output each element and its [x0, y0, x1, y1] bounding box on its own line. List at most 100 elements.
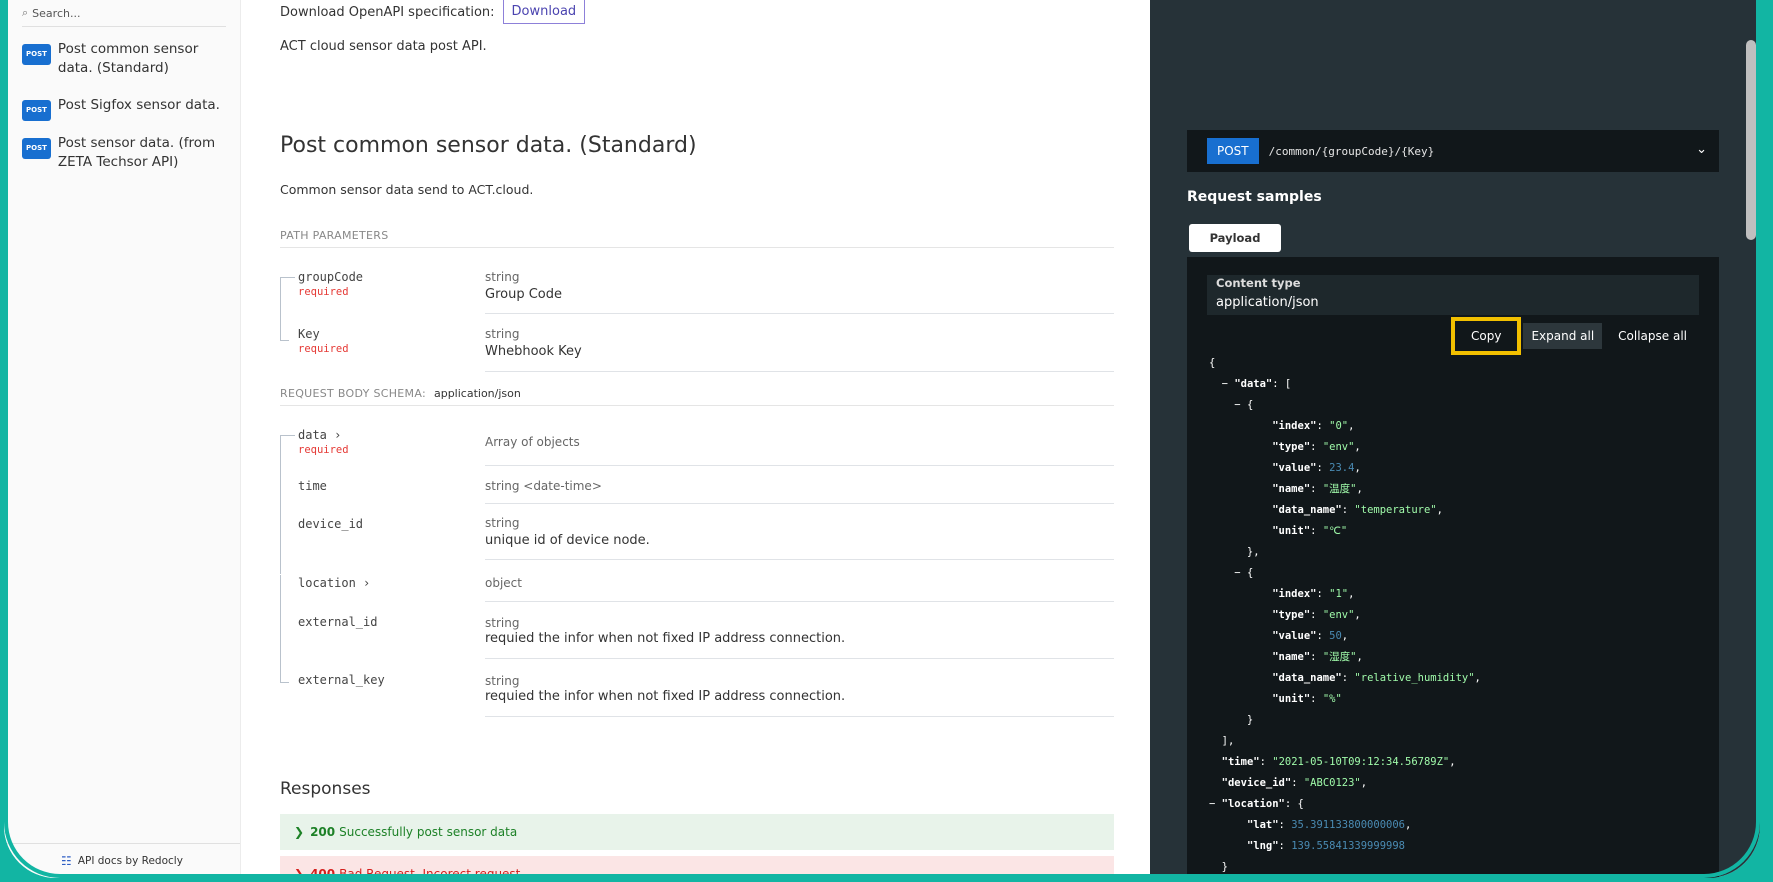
param-type: string [485, 270, 520, 284]
scrollbar[interactable] [1746, 40, 1756, 240]
param-description: Whebhook Key [485, 344, 582, 359]
param-description: unique id of device node. [485, 533, 650, 548]
sidebar-item-label: Post sensor data. (from ZETA Techsor API… [57, 135, 216, 170]
responses-title: Responses [280, 779, 371, 799]
param-name: external_id [298, 615, 378, 629]
param-name: time [298, 479, 327, 493]
download-button[interactable]: Download [502, 0, 586, 24]
param-row: external_id string requied the infor whe… [280, 614, 1114, 672]
param-type: Array of objects [485, 435, 580, 449]
response-code: 400 [310, 867, 336, 878]
post-badge: POST [22, 44, 51, 65]
chevron-right-icon: ❯ [294, 867, 305, 878]
redocly-link[interactable]: API docs by Redocly [78, 855, 183, 867]
sidebar-item-post-zeta[interactable]: POST Post sensor data. (from ZETA Techso… [22, 134, 222, 172]
operation-title: Post common sensor data. (Standard) [280, 133, 697, 158]
endpoint-bar[interactable]: POST /common/{groupCode}/{Key} ⌄ [1187, 130, 1719, 172]
content-type-box[interactable]: Content type application/json [1207, 275, 1699, 315]
param-type: string [485, 516, 520, 530]
param-type: string <date-time> [485, 479, 602, 493]
tree-line [280, 435, 295, 481]
sidebar-item-label: Post Sigfox sensor data. [57, 97, 220, 113]
param-required: required [298, 286, 349, 298]
divider [485, 503, 1114, 504]
path-parameters-label: PATH PARAMETERS [280, 229, 389, 242]
chevron-right-icon: ❯ [294, 825, 305, 839]
tree-line [280, 672, 289, 683]
param-type: string [485, 327, 520, 341]
tree-line [280, 614, 295, 672]
tree-line [280, 516, 295, 574]
content-type-label: Content type [1216, 276, 1301, 290]
search-icon: ⌕ [22, 6, 29, 19]
param-type: string [485, 616, 520, 630]
operation-description: Common sensor data send to ACT.cloud. [280, 182, 534, 197]
param-required: required [298, 444, 349, 456]
divider [485, 601, 1114, 602]
sidebar-item-post-common[interactable]: POST Post common sensor data. (Standard) [22, 40, 222, 78]
chevron-down-icon[interactable]: ⌄ [1696, 142, 1707, 157]
request-samples-title: Request samples [1187, 189, 1322, 205]
redocly-icon: ☷ [61, 854, 72, 868]
divider [485, 313, 1114, 314]
expand-all-button[interactable]: Expand all [1523, 323, 1603, 349]
api-description: ACT cloud sensor data post API. [280, 39, 487, 54]
tree-line [280, 478, 295, 518]
param-required: required [298, 343, 349, 355]
app-window: ⌕ Search... POST Post common sensor data… [4, 0, 1760, 878]
tab-payload[interactable]: Payload [1189, 224, 1281, 252]
redocly-footer[interactable]: ☷ API docs by Redocly [4, 843, 240, 878]
download-text: Download OpenAPI specification: [280, 4, 495, 20]
search-box[interactable]: ⌕ Search... [22, 0, 226, 27]
divider [485, 371, 1114, 372]
param-description: Group Code [485, 287, 562, 302]
param-description: requied the infor when not fixed IP addr… [485, 631, 846, 646]
request-body-title: REQUEST BODY SCHEMA: application/json [280, 387, 1114, 406]
search-input[interactable]: Search... [32, 7, 80, 20]
param-row[interactable]: data › required Array of objects [280, 428, 1114, 481]
code-actions: Copy Expand all Collapse all [1450, 317, 1695, 355]
response-text: Bad Request. Incorect request. [339, 867, 525, 878]
response-200[interactable]: ❯ 200 Successfully post sensor data [280, 814, 1114, 850]
param-name: groupCode [298, 270, 364, 284]
param-name[interactable]: data › [298, 428, 341, 442]
sidebar: ⌕ Search... POST Post common sensor data… [4, 0, 241, 878]
download-line: Download OpenAPI specification: Download [280, 0, 586, 24]
divider [485, 465, 1114, 466]
param-description: requied the infor when not fixed IP addr… [485, 689, 846, 704]
tree-line [280, 575, 295, 615]
param-row: time string <date-time> [280, 478, 1114, 518]
divider [485, 658, 1114, 659]
collapse-all-button[interactable]: Collapse all [1610, 323, 1695, 349]
content-type-value: application/json [1216, 295, 1319, 310]
param-row: Key required string Whebhook Key [280, 327, 1114, 383]
request-body-type: application/json [433, 387, 521, 400]
param-type: string [485, 674, 520, 688]
request-body-label: REQUEST BODY SCHEMA: [280, 387, 426, 400]
copy-button[interactable]: Copy [1450, 317, 1522, 355]
code-sample-box: Content type application/json Copy Expan… [1187, 257, 1719, 878]
sidebar-item-label: Post common sensor data. (Standard) [57, 41, 199, 76]
json-sample: { − "data": [ − { "index": "0", "type": … [1209, 357, 1481, 873]
tree-line [280, 327, 289, 341]
right-panel: POST /common/{groupCode}/{Key} ⌄ Request… [1150, 0, 1760, 878]
response-text: Successfully post sensor data [339, 825, 518, 839]
param-row: external_key string requied the infor wh… [280, 672, 1114, 722]
tree-line [280, 277, 295, 329]
response-code: 200 [310, 825, 336, 839]
param-name[interactable]: location › [298, 576, 370, 590]
method-badge: POST [1207, 138, 1259, 164]
main-content: Download OpenAPI specification: Download… [240, 0, 1150, 878]
param-name: external_key [298, 673, 385, 687]
param-name: Key [298, 327, 320, 341]
param-row[interactable]: location › object [280, 575, 1114, 615]
response-400[interactable]: ❯ 400 Bad Request. Incorect request. [280, 856, 1114, 878]
param-row: device_id string unique id of device nod… [280, 516, 1114, 574]
path-parameters-title: PATH PARAMETERS [280, 229, 1114, 248]
post-badge: POST [22, 100, 51, 121]
param-row: groupCode required string Group Code [280, 270, 1114, 329]
sidebar-item-post-sigfox[interactable]: POST Post Sigfox sensor data. [22, 96, 222, 121]
post-badge: POST [22, 138, 51, 159]
endpoint-path: /common/{groupCode}/{Key} [1268, 144, 1435, 158]
param-type: object [485, 576, 522, 590]
